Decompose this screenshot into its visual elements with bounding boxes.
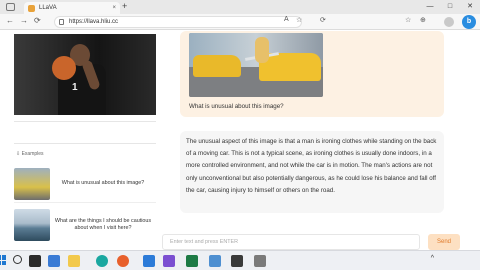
back-button[interactable]: ← [6, 16, 14, 25]
page-content: 1 ⇩ Examples What is unusual about this … [0, 31, 480, 250]
tab-llava[interactable]: LLaVA × [24, 2, 120, 14]
excel-icon[interactable] [186, 255, 198, 267]
task-view-icon[interactable] [29, 255, 41, 267]
search-icon[interactable] [13, 255, 22, 264]
new-tab-button[interactable]: + [122, 1, 127, 11]
collections-icon[interactable]: ⊕ [420, 16, 426, 24]
send-button[interactable]: Send [428, 234, 460, 250]
address-bar-row: ← → ⟳ https://llava.hliu.cc A ☆ ⟳ ☆ ⊕ [0, 14, 480, 30]
profile-avatar[interactable] [444, 17, 454, 27]
tab-strip: LLaVA × + — □ ✕ [0, 0, 480, 14]
tab-title: LLaVA [39, 5, 57, 11]
window-controls: — □ ✕ [420, 0, 480, 14]
forward-button[interactable]: → [20, 16, 28, 25]
minimize-button[interactable]: — [420, 0, 440, 14]
settings-icon[interactable] [254, 255, 266, 267]
example-thumbnail-taxi[interactable] [14, 167, 50, 200]
user-message: What is unusual about this image? [180, 31, 444, 117]
chevron-up-icon[interactable]: ^ [431, 255, 434, 262]
edge-icon[interactable] [96, 255, 108, 267]
example-question[interactable]: What is unusual about this image? [50, 180, 156, 187]
favorite-star-icon[interactable]: ☆ [296, 16, 302, 24]
example-thumbnail-lake[interactable] [14, 209, 50, 241]
favorites-icon[interactable]: ☆ [405, 16, 411, 24]
assistant-message: The unusual aspect of this image is that… [180, 131, 444, 213]
basketball-icon [52, 56, 76, 80]
sync-icon[interactable]: ⟳ [320, 16, 326, 24]
bing-copilot-icon[interactable]: b [462, 15, 476, 29]
file-explorer-icon[interactable] [68, 255, 80, 267]
examples-label: ⇩ Examples [16, 151, 44, 157]
lock-icon[interactable] [59, 19, 64, 25]
tab-actions-icon[interactable] [6, 3, 15, 11]
read-aloud-icon[interactable]: A [284, 16, 289, 23]
terminal-icon[interactable] [231, 255, 243, 267]
notepad-icon[interactable] [209, 255, 221, 267]
tab-close-icon[interactable]: × [112, 5, 116, 11]
taskbar: ^ [0, 250, 480, 270]
user-uploaded-image [189, 33, 323, 97]
llava-favicon-icon [28, 4, 35, 12]
divider [14, 143, 156, 144]
close-window-button[interactable]: ✕ [460, 0, 480, 14]
chat-input-row: Enter text and press ENTER Send [162, 234, 462, 250]
refresh-button[interactable]: ⟳ [34, 16, 41, 25]
assistant-answer-text: The unusual aspect of this image is that… [186, 138, 437, 194]
visual-studio-icon[interactable] [163, 255, 175, 267]
example-row[interactable]: What is unusual about this image? [14, 165, 156, 203]
firefox-icon[interactable] [117, 255, 129, 267]
example-question[interactable]: What are the things I should be cautious… [50, 218, 156, 232]
url-text: https://llava.hliu.cc [69, 19, 119, 25]
chat-panel: What is unusual about this image? The un… [176, 31, 444, 250]
divider [14, 121, 156, 122]
chat-input[interactable]: Enter text and press ENTER [162, 234, 420, 250]
windows-start-icon[interactable] [0, 255, 6, 265]
url-input[interactable]: https://llava.hliu.cc [54, 16, 302, 28]
user-question-text: What is unusual about this image? [189, 103, 284, 110]
left-panel: 1 ⇩ Examples What is unusual about this … [10, 31, 160, 250]
vscode-icon[interactable] [143, 255, 155, 267]
example-row[interactable]: What are the things I should be cautious… [14, 206, 156, 244]
widgets-icon[interactable] [48, 255, 60, 267]
uploaded-image-preview[interactable]: 1 [14, 34, 156, 115]
maximize-button[interactable]: □ [440, 0, 460, 14]
